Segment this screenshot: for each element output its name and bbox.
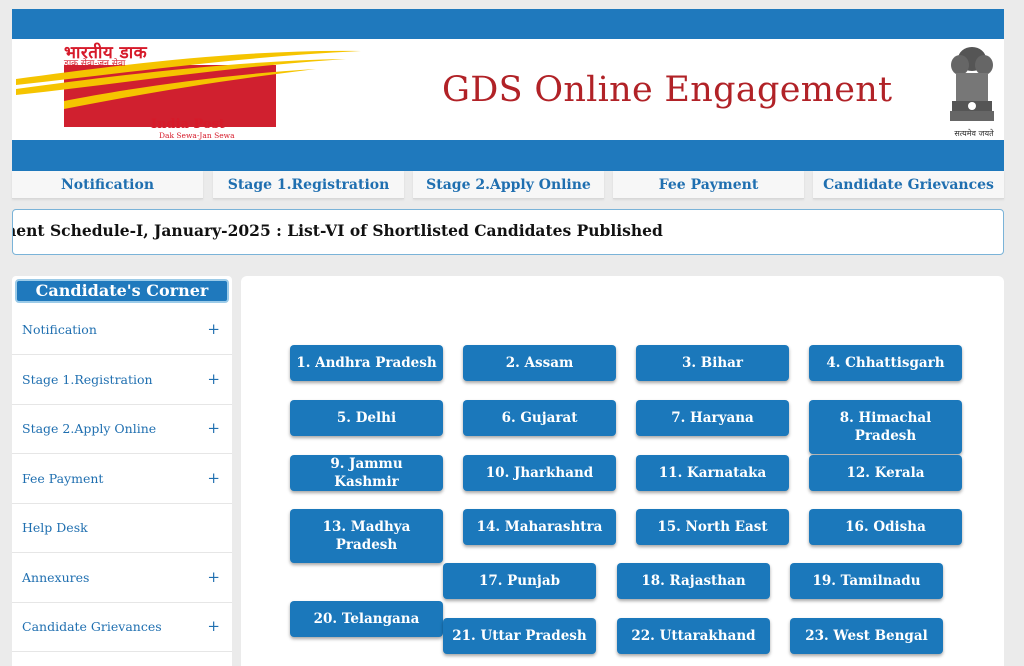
state-button-telangana[interactable]: 20. Telangana [290, 601, 443, 637]
state-button-west-bengal[interactable]: 23. West Bengal [790, 618, 943, 654]
state-button-uttar-pradesh[interactable]: 21. Uttar Pradesh [443, 618, 596, 654]
state-button-odisha[interactable]: 16. Odisha [809, 509, 962, 545]
plus-icon[interactable]: + [207, 370, 220, 388]
national-emblem-icon: सत्यमेव जयते [944, 39, 1000, 140]
top-navigation: Notification Stage 1.Registration Stage … [12, 171, 1004, 199]
sidebar-item-label: Help Desk [22, 520, 88, 535]
nav-stage2-apply-online[interactable]: Stage 2.Apply Online [413, 171, 604, 199]
state-button-bihar[interactable]: 3. Bihar [636, 345, 789, 381]
sidebar-item-label: Stage 2.Apply Online [22, 421, 157, 436]
sidebar-item-candidate-grievances[interactable]: Candidate Grievances + [12, 603, 232, 652]
sidebar-item-label: Candidate Grievances [22, 619, 162, 634]
plus-icon[interactable]: + [207, 469, 220, 487]
sidebar-item-stage2-apply-online[interactable]: Stage 2.Apply Online + [12, 405, 232, 454]
state-button-assam[interactable]: 2. Assam [463, 345, 616, 381]
ticker-text[interactable]: nent Schedule-I, January-2025 : List-VI … [13, 221, 663, 240]
site-header: भारतीय डाक डाक सेवा-जन सेवा India Post D… [12, 9, 1004, 171]
sidebar-item-label: Annexures [22, 570, 90, 585]
state-button-jammu-kashmir[interactable]: 9. Jammu Kashmir [290, 455, 443, 491]
logo-tagline: Dak Sewa-Jan Sewa [159, 131, 235, 140]
sidebar-item-stage1-registration[interactable]: Stage 1.Registration + [12, 356, 232, 405]
state-button-kerala[interactable]: 12. Kerala [809, 455, 962, 491]
logo-brand-text: India Post [151, 117, 225, 132]
logo-hindi-subtext: डाक सेवा-जन सेवा [64, 59, 126, 69]
state-button-maharashtra[interactable]: 14. Maharashtra [463, 509, 616, 545]
sidebar-item-notification[interactable]: Notification + [12, 306, 232, 355]
plus-icon[interactable]: + [207, 568, 220, 586]
nav-stage1-registration[interactable]: Stage 1.Registration [213, 171, 404, 199]
state-button-gujarat[interactable]: 6. Gujarat [463, 400, 616, 436]
state-button-chhattisgarh[interactable]: 4. Chhattisgarh [809, 345, 962, 381]
state-button-himachal-pradesh[interactable]: 8. Himachal Pradesh [809, 400, 962, 454]
sidebar-item-annexures[interactable]: Annexures + [12, 554, 232, 603]
sidebar-title: Candidate's Corner [15, 279, 229, 303]
state-button-karnataka[interactable]: 11. Karnataka [636, 455, 789, 491]
candidates-corner-sidebar: Candidate's Corner Notification + Stage … [12, 276, 232, 666]
nav-fee-payment[interactable]: Fee Payment [613, 171, 804, 199]
state-button-punjab[interactable]: 17. Punjab [443, 563, 596, 599]
plus-icon[interactable]: + [207, 617, 220, 635]
nav-candidate-grievances[interactable]: Candidate Grievances [813, 171, 1004, 199]
state-button-jharkhand[interactable]: 10. Jharkhand [463, 455, 616, 491]
india-post-logo[interactable]: भारतीय डाक डाक सेवा-जन सेवा India Post D… [16, 39, 366, 140]
state-button-north-east[interactable]: 15. North East [636, 509, 789, 545]
header-banner: भारतीय डाक डाक सेवा-जन सेवा India Post D… [12, 39, 1004, 140]
sidebar-item-label: Fee Payment [22, 471, 104, 486]
state-button-andhra-pradesh[interactable]: 1. Andhra Pradesh [290, 345, 443, 381]
page-title: GDS Online Engagement [442, 70, 893, 110]
sidebar-item-label: Notification [22, 322, 97, 337]
plus-icon[interactable]: + [207, 320, 220, 338]
state-button-madhya-pradesh[interactable]: 13. Madhya Pradesh [290, 509, 443, 563]
emblem-motto: सत्यमेव जयते [954, 129, 994, 138]
sidebar-item-label: Stage 1.Registration [22, 372, 153, 387]
news-ticker[interactable]: nent Schedule-I, January-2025 : List-VI … [12, 209, 1004, 255]
sidebar-item-fee-payment[interactable]: Fee Payment + [12, 455, 232, 504]
nav-notification[interactable]: Notification [12, 171, 203, 199]
state-button-tamilnadu[interactable]: 19. Tamilnadu [790, 563, 943, 599]
state-button-rajasthan[interactable]: 18. Rajasthan [617, 563, 770, 599]
state-button-delhi[interactable]: 5. Delhi [290, 400, 443, 436]
plus-icon[interactable]: + [207, 419, 220, 437]
state-button-haryana[interactable]: 7. Haryana [636, 400, 789, 436]
sidebar-item-help-desk[interactable]: Help Desk [12, 504, 232, 553]
state-button-uttarakhand[interactable]: 22. Uttarakhand [617, 618, 770, 654]
